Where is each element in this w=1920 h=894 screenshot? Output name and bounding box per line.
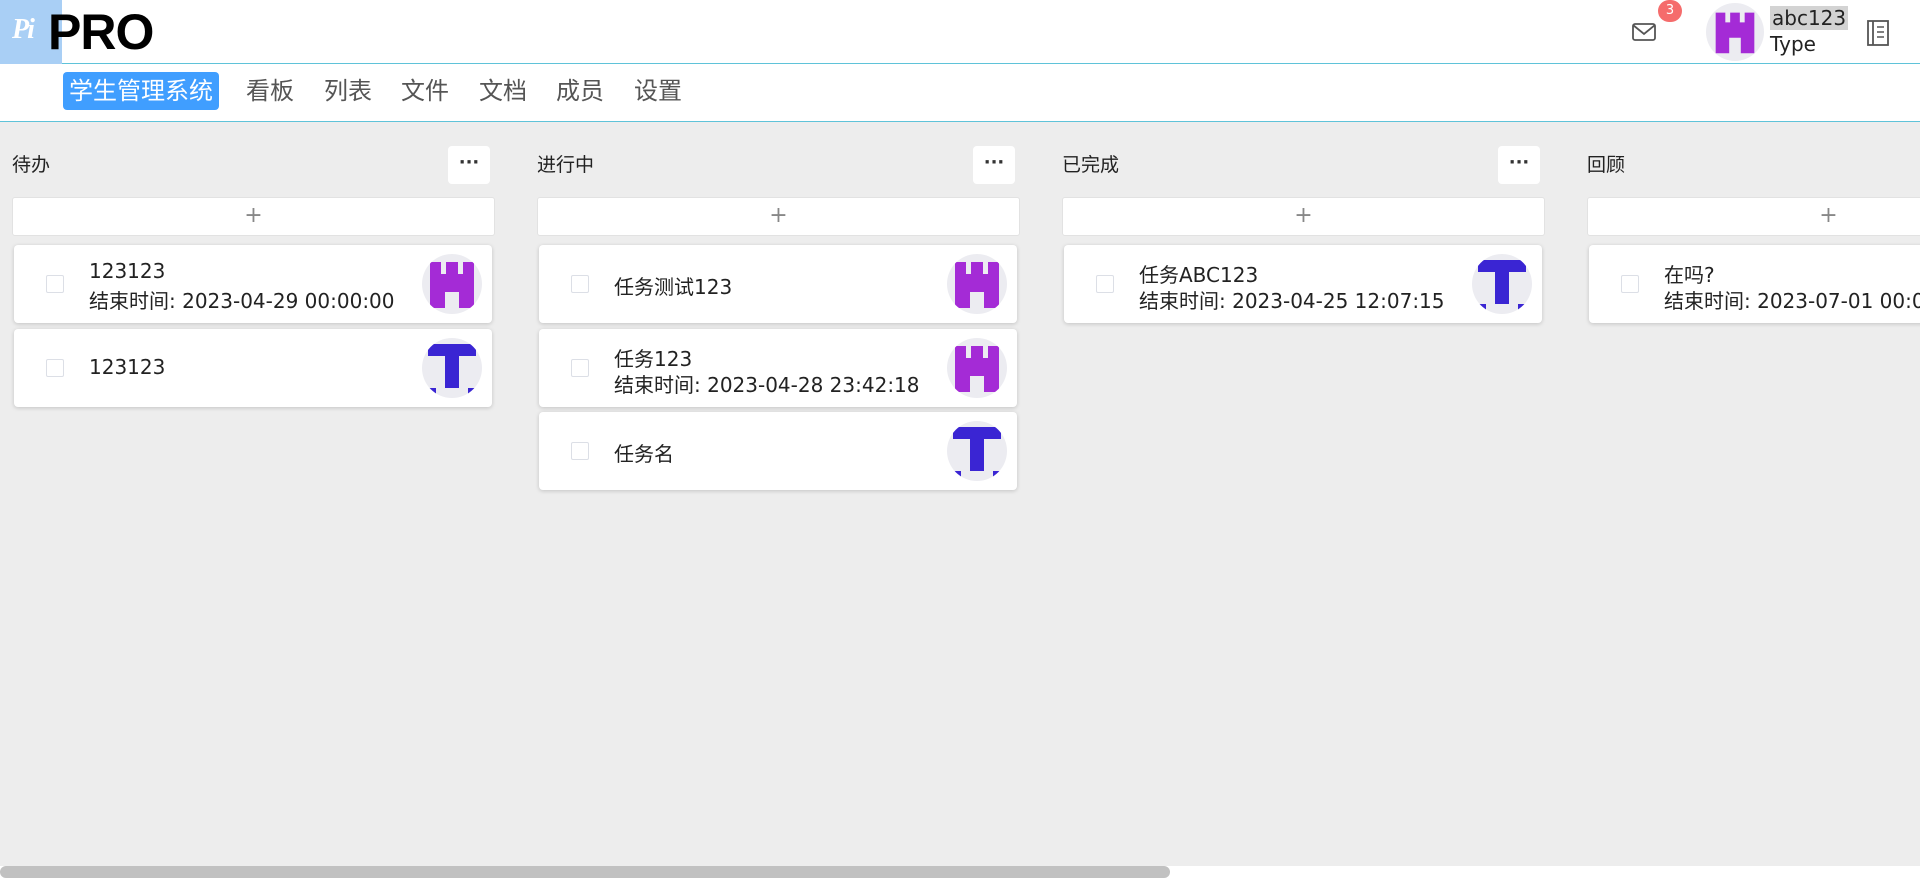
task-card[interactable]: 123123 xyxy=(14,329,492,407)
kanban-column: 回顾 ··· + 在吗? 结束时间: 2023-07-01 00:00:00 xyxy=(1575,122,1920,866)
task-title: 123123 xyxy=(89,259,166,283)
nav-tab-kanban[interactable]: 看板 xyxy=(240,72,300,110)
column-title: 回顾 xyxy=(1587,154,1626,176)
logo-mark: Pi xyxy=(12,14,35,45)
task-due-date: 结束时间: 2023-04-28 23:42:18 xyxy=(614,373,920,397)
task-title: 任务123 xyxy=(614,347,693,371)
nav-tab-files[interactable]: 文件 xyxy=(395,72,455,110)
assignee-avatar xyxy=(947,254,1007,314)
task-title: 123123 xyxy=(89,355,166,379)
user-role: Type xyxy=(1770,32,1816,56)
nav-project-name[interactable]: 学生管理系统 xyxy=(63,72,219,110)
add-task-button[interactable]: + xyxy=(1587,197,1920,236)
task-card[interactable]: 任务ABC123 结束时间: 2023-04-25 12:07:15 xyxy=(1064,245,1542,323)
add-task-button[interactable]: + xyxy=(537,197,1020,236)
task-card[interactable]: 任务123 结束时间: 2023-04-28 23:42:18 xyxy=(539,329,1017,407)
notification-badge: 3 xyxy=(1658,0,1682,22)
task-due-date: 结束时间: 2023-04-25 12:07:15 xyxy=(1139,289,1445,313)
assignee-avatar xyxy=(947,421,1007,481)
nav-tab-docs[interactable]: 文档 xyxy=(473,72,533,110)
assignee-avatar xyxy=(947,338,1007,398)
column-more-button[interactable]: ··· xyxy=(1498,146,1540,184)
nav-tab-members[interactable]: 成员 xyxy=(550,72,610,110)
assignee-avatar xyxy=(422,338,482,398)
task-card[interactable]: 任务名 xyxy=(539,412,1017,490)
task-checkbox[interactable] xyxy=(571,442,589,460)
horizontal-scrollbar-thumb[interactable] xyxy=(0,866,1170,878)
task-checkbox[interactable] xyxy=(46,359,64,377)
column-more-button[interactable]: ··· xyxy=(448,146,490,184)
kanban-column: 进行中 ··· + 任务测试123 任务123 结束时间: 2023-04-28… xyxy=(525,122,1020,866)
task-card[interactable]: 在吗? 结束时间: 2023-07-01 00:00:00 xyxy=(1589,245,1920,323)
document-icon[interactable] xyxy=(1864,18,1892,48)
nav-tab-settings[interactable]: 设置 xyxy=(628,72,688,110)
task-due-date: 结束时间: 2023-04-29 00:00:00 xyxy=(89,289,395,313)
kanban-board: 待办 ··· + 123123 结束时间: 2023-04-29 00:00:0… xyxy=(0,122,1920,866)
column-title: 已完成 xyxy=(1062,154,1120,176)
task-title: 任务测试123 xyxy=(614,275,733,299)
kanban-column: 已完成 ··· + 任务ABC123 结束时间: 2023-04-25 12:0… xyxy=(1050,122,1545,866)
logo-text: PRO xyxy=(48,4,154,60)
assignee-avatar xyxy=(1472,254,1532,314)
task-title: 任务ABC123 xyxy=(1139,263,1259,287)
project-nav: 学生管理系统 看板 列表 文件 文档 成员 设置 xyxy=(0,64,1920,122)
add-task-button[interactable]: + xyxy=(12,197,495,236)
assignee-avatar xyxy=(422,254,482,314)
user-avatar[interactable] xyxy=(1706,3,1764,61)
mail-icon[interactable] xyxy=(1630,18,1658,46)
task-due-date: 结束时间: 2023-07-01 00:00:00 xyxy=(1664,289,1920,313)
task-title: 在吗? xyxy=(1664,263,1715,287)
app-header: Pi PRO 3 abc123 Type xyxy=(0,0,1920,64)
user-name[interactable]: abc123 xyxy=(1770,6,1849,30)
column-more-button[interactable]: ··· xyxy=(973,146,1015,184)
column-title: 待办 xyxy=(12,154,51,176)
kanban-column: 待办 ··· + 123123 结束时间: 2023-04-29 00:00:0… xyxy=(0,122,495,866)
task-checkbox[interactable] xyxy=(1621,275,1639,293)
task-checkbox[interactable] xyxy=(46,275,64,293)
task-checkbox[interactable] xyxy=(571,275,589,293)
task-card[interactable]: 123123 结束时间: 2023-04-29 00:00:00 xyxy=(14,245,492,323)
column-title: 进行中 xyxy=(537,154,595,176)
nav-tab-list[interactable]: 列表 xyxy=(318,72,378,110)
task-checkbox[interactable] xyxy=(571,359,589,377)
task-checkbox[interactable] xyxy=(1096,275,1114,293)
task-card[interactable]: 任务测试123 xyxy=(539,245,1017,323)
task-title: 任务名 xyxy=(614,442,674,466)
add-task-button[interactable]: + xyxy=(1062,197,1545,236)
